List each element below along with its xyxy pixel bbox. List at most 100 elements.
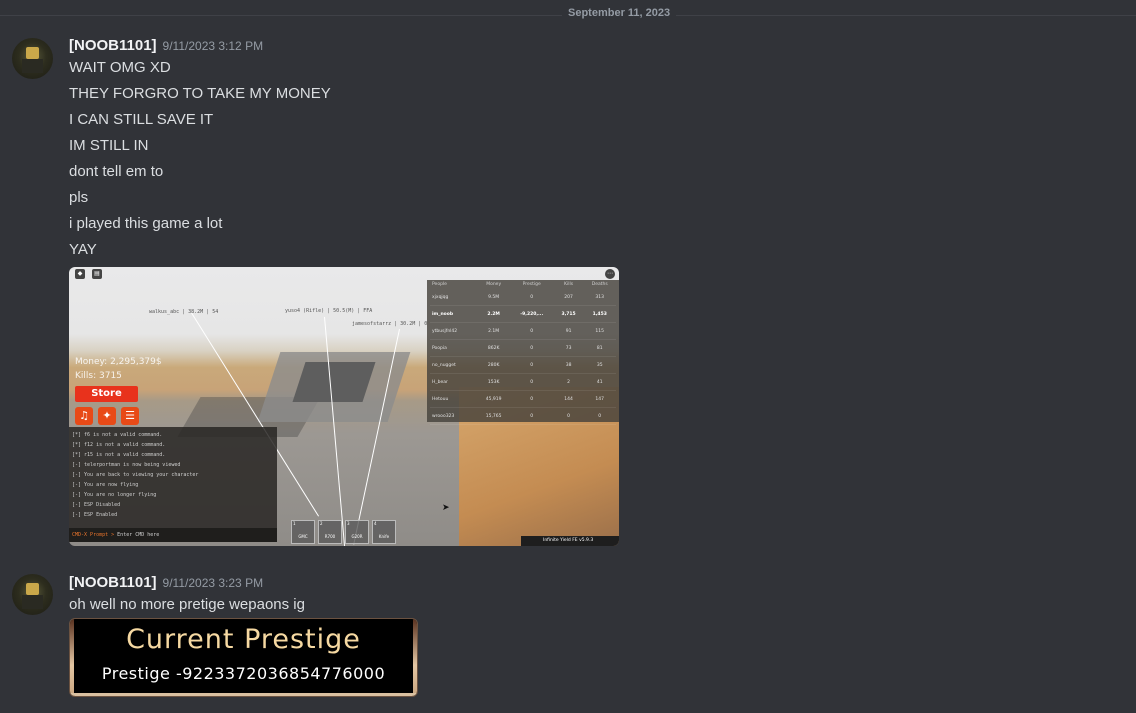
message-text: dont tell em to xyxy=(69,163,164,180)
player-tag: yuso4 (Rifle) | 50.5(M) | FFA xyxy=(285,308,373,314)
hotbar-slot[interactable]: 3 G20R xyxy=(345,520,369,544)
prestige-title: Current Prestige xyxy=(126,624,361,655)
message-text: I CAN STILL SAVE IT xyxy=(69,111,214,128)
leaderboard-header: Prestige xyxy=(522,282,541,287)
message-text: WAIT OMG XD xyxy=(69,59,171,76)
prompt-placeholder: Enter CMD here xyxy=(117,532,160,538)
more-icon[interactable]: ⋯ xyxy=(605,269,615,279)
leaderboard-cell: 0 xyxy=(598,413,602,419)
twitter-icon[interactable]: ✦ xyxy=(98,407,116,425)
player-tag: walkus_abc | 38.2M | 54 xyxy=(149,309,219,315)
console-line: [-] You are no longer flying xyxy=(72,492,157,498)
avatar[interactable] xyxy=(12,38,53,79)
infinite-yield-label[interactable]: Infinite Yield FE v5.9.3 xyxy=(521,536,619,546)
leaderboard-cell: 147 xyxy=(595,396,605,402)
player-name: xjxqjqg xyxy=(432,294,449,300)
leaderboard-cell: 207 xyxy=(564,294,573,300)
console-line: [-] You are now flying xyxy=(72,482,139,488)
hotbar-slot[interactable]: 4 Knife xyxy=(372,520,396,544)
leaderboard-header: Money xyxy=(486,282,502,287)
player-name: H_bear xyxy=(432,379,448,385)
leaderboard-cell: 0 xyxy=(530,294,534,300)
leaderboard-cell: 313 xyxy=(595,294,605,300)
leaderboard-cell: 2.2M xyxy=(487,311,500,317)
leaderboard-cell: 153K xyxy=(487,379,500,385)
timestamp[interactable]: 9/11/2023 3:23 PM xyxy=(163,576,264,590)
avatar[interactable] xyxy=(12,574,53,615)
message-text: THEY FORGRO TO TAKE MY MONEY xyxy=(69,85,331,102)
chat-icon[interactable]: ▤ xyxy=(92,269,102,279)
roblox-menu-icon[interactable]: ◆ xyxy=(75,269,85,279)
leaderboard-cell: 9.5M xyxy=(488,294,500,300)
divider-date: September 11, 2023 xyxy=(562,7,677,19)
leaderboard-row: im_noob 2.2M -9,220,... 3,715 1,453 xyxy=(430,306,616,323)
leaderboard-header: People xyxy=(432,282,447,287)
leaderboard-cell: 73 xyxy=(565,345,572,351)
leaderboard-cell: 862K xyxy=(487,345,500,351)
message-text: pls xyxy=(69,189,89,206)
username[interactable]: [NOOB1101] xyxy=(69,574,157,591)
leaderboard-cell: -9,220,... xyxy=(520,311,544,317)
message-text: i played this game a lot xyxy=(69,215,223,232)
console-prompt-input[interactable]: CMD-X Prompt > Enter CMD here xyxy=(69,528,277,542)
music-icon[interactable]: ♫ xyxy=(75,407,93,425)
message-header: [NOOB1101] 9/11/2023 3:12 PM xyxy=(69,37,263,54)
leaderboard-cell: 280K xyxy=(487,362,500,368)
console-line: [-] You are back to viewing your charact… xyxy=(72,472,199,478)
leaderboard-cell: 2 xyxy=(567,379,570,385)
leaderboard-cell: 35 xyxy=(596,362,603,368)
leaderboard-row: H_bear 153K 0 2 41 xyxy=(430,374,616,391)
store-button[interactable]: Store xyxy=(75,386,138,402)
leaderboard-row: xjxqjqg 9.5M 0 207 313 xyxy=(430,289,616,306)
building-compound-inner xyxy=(292,362,376,402)
prompt-prefix: CMD-X Prompt > xyxy=(72,532,115,538)
leaderboard-cell: 0 xyxy=(567,413,570,419)
leaderboard-row: Poopia 862K 0 73 81 xyxy=(430,340,616,357)
player-name: no_nugget xyxy=(432,362,456,368)
hotbar-slot[interactable]: 1 GMC xyxy=(291,520,315,544)
leaderboard-cell: 0 xyxy=(530,362,534,368)
cmdx-console: [*] f6 is not a valid command. [*] f12 i… xyxy=(69,427,277,542)
message-header: [NOOB1101] 9/11/2023 3:23 PM xyxy=(69,574,263,591)
leaderboard-cell: 115 xyxy=(595,328,605,334)
leaderboard-cell: 45,919 xyxy=(485,396,502,402)
leaderboard-cell: 0 xyxy=(530,379,534,385)
player-tag: jamesofstarrz | 30.2M | 0 xyxy=(352,321,428,327)
list-icon[interactable]: ☰ xyxy=(121,407,139,425)
leaderboard-header: Kills xyxy=(564,282,574,287)
leaderboard-cell: 0 xyxy=(530,345,534,351)
player-name: Hetouu xyxy=(432,396,449,402)
mouse-cursor-icon: ➤ xyxy=(442,503,450,513)
prestige-value: Prestige -9223372036854776000 xyxy=(101,664,386,683)
leaderboard-row: no_nugget 280K 0 38 35 xyxy=(430,357,616,374)
player-name: ytbusjfnl42 xyxy=(432,328,458,334)
player-name: Poopia xyxy=(432,345,447,351)
console-line: [*] f12 is not a valid command. xyxy=(72,442,166,448)
console-line: [*] f6 is not a valid command. xyxy=(72,432,163,438)
leaderboard-cell: 0 xyxy=(530,328,534,334)
timestamp[interactable]: 9/11/2023 3:12 PM xyxy=(163,39,264,53)
leaderboard-cell: 2.1M xyxy=(488,328,500,334)
leaderboard-cell: 0 xyxy=(530,413,534,419)
leaderboard-cell: 15,765 xyxy=(485,413,502,419)
leaderboard-row: ytbusjfnl42 2.1M 0 91 115 xyxy=(430,323,616,340)
message-text: IM STILL IN xyxy=(69,137,149,154)
console-line: [-] ESP Enabled xyxy=(72,512,118,518)
leaderboard-cell: 144 xyxy=(564,396,573,402)
leaderboard-cell: 91 xyxy=(565,328,572,334)
leaderboard-cell: 41 xyxy=(596,379,603,385)
hotbar-slot[interactable]: 2 R700 xyxy=(318,520,342,544)
message-text: YAY xyxy=(69,241,97,258)
leaderboard-row: Hetouu 45,919 0 144 147 xyxy=(430,391,616,408)
leaderboard-cell: 38 xyxy=(565,362,572,368)
leaderboard-cell: 3,715 xyxy=(561,311,576,317)
leaderboard-cell: 0 xyxy=(530,396,534,402)
prestige-screenshot-attachment[interactable]: Current Prestige Prestige -9223372036854… xyxy=(69,618,418,697)
console-line: [-] ESP Disabled xyxy=(72,502,121,508)
console-line: [*] r15 is not a valid command. xyxy=(72,452,166,458)
console-line: [-] telerportman is now being viewed xyxy=(72,462,181,468)
player-name: im_noob xyxy=(432,311,454,317)
game-screenshot-attachment[interactable]: walkus_abc | 38.2M | 54 yuso4 (Rifle) | … xyxy=(69,267,619,546)
username[interactable]: [NOOB1101] xyxy=(69,37,157,54)
leaderboard-row: wrooo323 15,765 0 0 0 xyxy=(430,408,616,425)
